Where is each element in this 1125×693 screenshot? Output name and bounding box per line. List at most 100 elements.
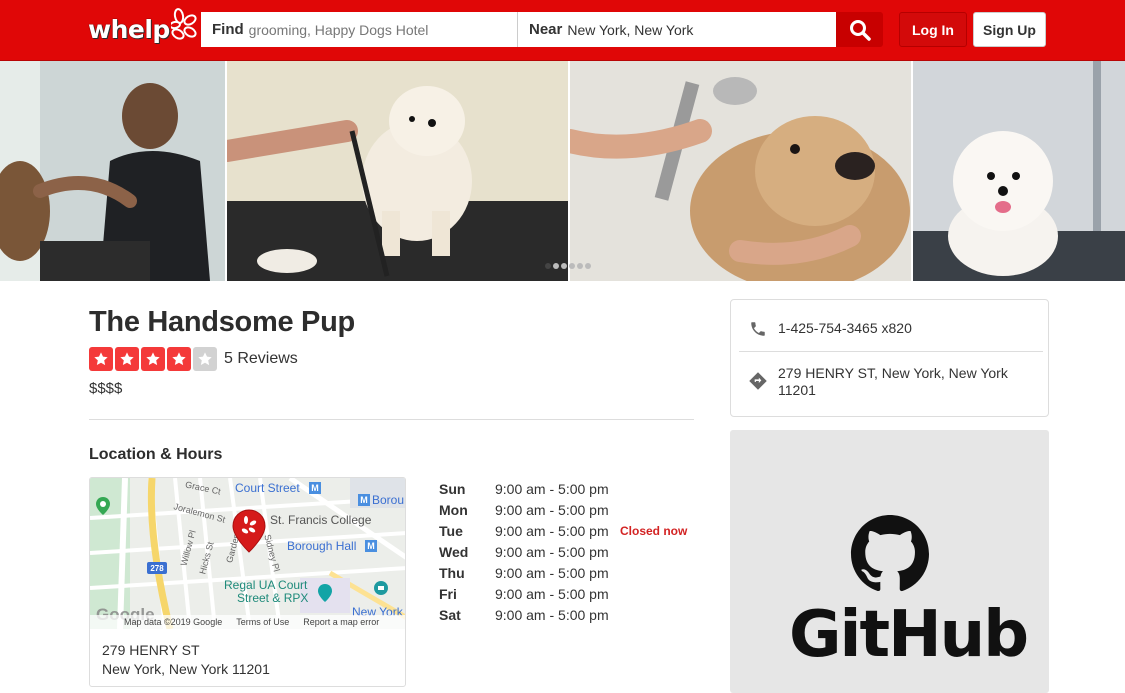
map-footer: Map data ©2019 Google Terms of Use Repor…	[90, 615, 405, 629]
contact-divider	[739, 351, 1043, 352]
map-label-regal-2: Street & RPX	[237, 591, 309, 605]
map-label-st-francis: St. Francis College	[270, 513, 372, 527]
hours-row: Tue 9:00 am - 5:00 pm Closed now	[439, 520, 687, 541]
logo-text: whelp	[88, 14, 170, 44]
closed-now-status: Closed now	[620, 523, 688, 538]
hours-time: 9:00 am - 5:00 pm	[495, 480, 609, 497]
hours-time: 9:00 am - 5:00 pm	[495, 543, 609, 560]
subway-icon: M	[358, 494, 370, 506]
subway-icon: M	[309, 482, 321, 494]
hours-day: Fri	[439, 585, 457, 602]
find-input[interactable]: Find grooming, Happy Dogs Hotel	[201, 12, 518, 47]
star-icon	[89, 347, 113, 371]
contact-address: 279 HENRY ST, New York, New York	[778, 365, 1008, 381]
star-rating: 5 Reviews	[89, 347, 298, 371]
subway-icon: M	[365, 540, 377, 552]
hours-day: Tue	[439, 522, 463, 539]
map-address: 279 HENRY ST New York, New York 11201	[102, 641, 270, 679]
phone-icon	[747, 320, 769, 338]
carousel-dots	[545, 263, 591, 269]
contact-card: 1-425-754-3465 x820 279 HENRY ST, New Yo…	[730, 299, 1049, 417]
photo-groomer-terrier[interactable]	[0, 61, 225, 281]
star-icon	[141, 347, 165, 371]
github-icon	[851, 515, 929, 592]
carousel-dot[interactable]	[561, 263, 567, 269]
section-divider	[89, 419, 694, 420]
star-icon	[115, 347, 139, 371]
map-report-link[interactable]: Report a map error	[303, 617, 379, 627]
hours-time: 9:00 am - 5:00 pm	[495, 585, 609, 602]
search-button[interactable]	[836, 12, 883, 47]
hours-time: 9:00 am - 5:00 pm	[495, 522, 609, 539]
carousel-dot[interactable]	[569, 263, 575, 269]
whelp-logo[interactable]: whelp	[88, 8, 197, 49]
hours-time: 9:00 am - 5:00 pm	[495, 501, 609, 518]
find-label: Find	[212, 21, 244, 38]
phone-row[interactable]: 1-425-754-3465 x820	[747, 320, 912, 338]
hours-day: Sat	[439, 606, 461, 623]
directions-row[interactable]: 279 HENRY ST, New York, New York 11201	[747, 365, 1008, 399]
hours-table: Sun 9:00 am - 5:00 pm Mon 9:00 am - 5:00…	[439, 478, 687, 625]
signup-button[interactable]: Sign Up	[973, 12, 1046, 47]
photo-white-poodle[interactable]	[227, 61, 568, 281]
photo-golden-shower[interactable]	[570, 61, 911, 281]
bichon-photo-art	[913, 61, 1125, 281]
hours-day: Thu	[439, 564, 465, 581]
carousel-dot[interactable]	[545, 263, 551, 269]
map-park-pin-icon	[96, 497, 110, 515]
golden-photo-art	[570, 61, 911, 281]
contact-zip: 11201	[778, 382, 816, 398]
hours-row: Mon 9:00 am - 5:00 pm	[439, 499, 687, 520]
carousel-dot[interactable]	[577, 263, 583, 269]
hours-row: Sat 9:00 am - 5:00 pm	[439, 604, 687, 625]
github-banner[interactable]: GitHub	[730, 430, 1049, 693]
interstate-shield-icon: 278	[147, 562, 167, 574]
location-hours-title: Location & Hours	[89, 446, 223, 463]
near-input[interactable]: Near New York, New York	[518, 12, 836, 47]
map-theater-pin-icon	[318, 584, 332, 602]
hours-row: Fri 9:00 am - 5:00 pm	[439, 583, 687, 604]
logo-burst-icon	[170, 8, 197, 40]
map-view[interactable]: Court Street M M Borou St. Francis Colle…	[90, 478, 405, 629]
carousel-dot[interactable]	[585, 263, 591, 269]
top-nav-bar: whelp Find grooming, Happy Dogs Hotel Ne…	[0, 0, 1125, 61]
search-icon	[849, 19, 871, 41]
hours-day: Sun	[439, 480, 466, 497]
star-empty-icon	[193, 347, 217, 371]
groomer-photo-art	[0, 61, 225, 281]
map-poi-icon	[374, 581, 388, 595]
map-data-credit: Map data ©2019 Google	[124, 617, 223, 627]
address-line-2: New York, New York 11201	[102, 661, 270, 677]
hours-day: Wed	[439, 543, 469, 560]
hours-day: Mon	[439, 501, 468, 518]
hours-row: Wed 9:00 am - 5:00 pm	[439, 541, 687, 562]
hours-time: 9:00 am - 5:00 pm	[495, 606, 609, 623]
poodle-photo-art	[227, 61, 568, 281]
map-terms-link[interactable]: Terms of Use	[236, 617, 289, 627]
address-line-1: 279 HENRY ST	[102, 642, 200, 658]
photo-carousel[interactable]	[0, 61, 1125, 281]
review-count-link[interactable]: 5 Reviews	[224, 350, 298, 368]
login-button[interactable]: Log In	[899, 12, 967, 47]
star-icon	[167, 347, 191, 371]
hours-time: 9:00 am - 5:00 pm	[495, 564, 609, 581]
find-value: grooming, Happy Dogs Hotel	[248, 21, 429, 38]
carousel-dot[interactable]	[553, 263, 559, 269]
map-location-pin-icon[interactable]	[232, 509, 266, 553]
github-wordmark: GitHub	[789, 598, 1029, 672]
map-label-regal: Regal UA Court	[224, 578, 308, 592]
map-label-borough: Borou	[372, 493, 405, 507]
phone-number: 1-425-754-3465 x820	[778, 320, 912, 336]
map-label-court-street: Court Street	[235, 481, 300, 495]
photo-bichon[interactable]	[913, 61, 1125, 281]
near-value: New York, New York	[567, 21, 694, 38]
business-name: The Handsome Pup	[89, 306, 355, 338]
price-range: $$$$	[89, 380, 123, 397]
map-label-borough-hall: Borough Hall	[287, 539, 357, 553]
search-bar: Find grooming, Happy Dogs Hotel Near New…	[201, 12, 883, 47]
near-label: Near	[529, 21, 563, 38]
hours-row: Sun 9:00 am - 5:00 pm	[439, 478, 687, 499]
hours-row: Thu 9:00 am - 5:00 pm	[439, 562, 687, 583]
directions-icon	[747, 371, 769, 391]
map-card: Court Street M M Borou St. Francis Colle…	[89, 477, 406, 687]
